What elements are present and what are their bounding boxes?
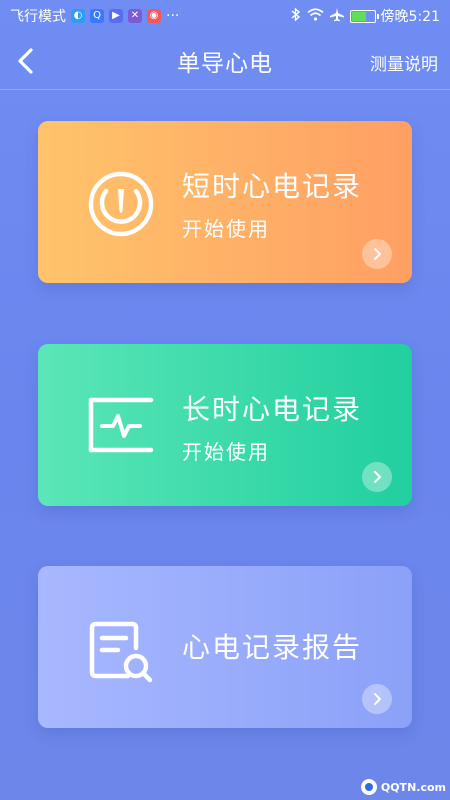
battery-icon xyxy=(349,9,379,23)
video-app-icon: ▶ xyxy=(109,9,123,23)
back-button[interactable] xyxy=(10,44,40,78)
card-title: 心电记录报告 xyxy=(182,631,363,664)
chevron-right-icon xyxy=(374,471,381,483)
weibo-app-icon: ◉ xyxy=(147,9,161,23)
card-arrow-button[interactable] xyxy=(362,239,392,269)
game-app-icon: ✕ xyxy=(128,9,142,23)
browser-app-icon: ◐ xyxy=(71,9,85,23)
gauge-icon xyxy=(88,171,154,237)
card-arrow-button[interactable] xyxy=(362,684,392,714)
long-ecg-record-card[interactable]: 长时心电记录 开始使用 xyxy=(38,344,412,506)
card-arrow-button[interactable] xyxy=(362,462,392,492)
status-time: 傍晚5:21 xyxy=(380,9,440,25)
chevron-left-icon xyxy=(18,48,33,74)
measurement-instructions-link[interactable]: 测量说明 xyxy=(370,50,438,75)
airplane-icon xyxy=(329,7,345,26)
wifi-icon xyxy=(307,7,324,25)
ecg-report-card[interactable]: 心电记录报告 xyxy=(38,566,412,728)
airplane-mode-label: 飞行模式 xyxy=(10,9,66,25)
chevron-right-icon xyxy=(374,248,381,260)
ecg-monitor-icon xyxy=(88,397,154,453)
watermark-text: QQTN.com xyxy=(380,780,446,794)
card-text: 短时心电记录 开始使用 xyxy=(182,165,362,242)
nav-bar: 单导心电 测量说明 xyxy=(0,32,450,90)
status-left: 飞行模式 ◐ Q ▶ ✕ ◉ ··· xyxy=(10,6,179,26)
card-text: 心电记录报告 xyxy=(182,626,362,666)
search-app-icon: Q xyxy=(90,9,104,23)
chevron-right-icon xyxy=(374,693,381,705)
bluetooth-icon xyxy=(290,6,302,26)
status-bar: 飞行模式 ◐ Q ▶ ✕ ◉ ··· 傍晚5:21 xyxy=(0,0,450,32)
page-title: 单导心电 xyxy=(177,50,273,77)
card-text: 长时心电记录 开始使用 xyxy=(182,388,362,465)
short-ecg-record-card[interactable]: 短时心电记录 开始使用 xyxy=(38,121,412,283)
card-title: 长时心电记录 xyxy=(182,393,363,426)
more-notifications-icon: ··· xyxy=(166,8,180,24)
status-right: 傍晚5:21 xyxy=(290,6,440,26)
watermark-logo-icon xyxy=(360,779,377,795)
report-search-icon xyxy=(89,621,153,683)
card-title: 短时心电记录 xyxy=(182,170,363,203)
card-subtitle: 开始使用 xyxy=(182,440,270,464)
card-subtitle: 开始使用 xyxy=(182,217,270,241)
watermark: QQTN.com xyxy=(360,778,446,796)
